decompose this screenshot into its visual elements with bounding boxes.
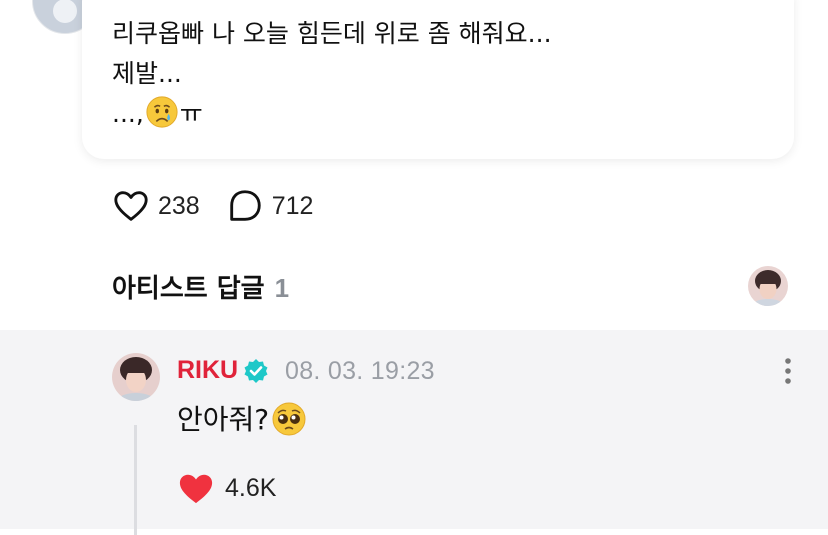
post-line-1: 리쿠옵빠 나 오늘 힘든데 위로 좀 해줘요... [112, 19, 552, 48]
post-bubble: 리쿠옵빠 나 오늘 힘든데 위로 좀 해줘요... 제발... ..., ㅠ [82, 0, 794, 159]
heart-outline-icon [114, 191, 148, 221]
pleading-face-icon [272, 402, 306, 436]
crying-face-icon [146, 96, 178, 128]
avatar-placeholder-icon [53, 0, 77, 23]
heart-filled-icon [179, 474, 213, 504]
post-text: 리쿠옵빠 나 오늘 힘든데 위로 좀 해줘요... 제발... ..., ㅠ [112, 14, 770, 134]
reply-author[interactable]: RIKU [177, 356, 238, 385]
artist-reply: RIKU 08. 03. 19:23 안아줘? 4.6K [0, 330, 828, 535]
post-line-3: ..., ㅠ [112, 94, 770, 134]
post-actions: 238 712 [112, 187, 339, 225]
artist-photo-icon [748, 266, 788, 306]
comment-button[interactable]: 712 [226, 187, 314, 225]
post-area: 리쿠옵빠 나 오늘 힘든데 위로 좀 해줘요... 제발... ..., ㅠ 2… [0, 0, 828, 330]
like-count: 238 [158, 191, 200, 220]
comment-bubble-icon [229, 190, 261, 221]
reply-text-content: 안아줘? [177, 403, 270, 436]
post-line-2: 제발... [112, 59, 182, 88]
reply-like-button[interactable]: 4.6K [177, 470, 276, 506]
reply-like-count: 4.6K [225, 473, 277, 502]
comment-count: 712 [271, 191, 314, 220]
like-button[interactable]: 238 [112, 187, 200, 225]
more-options-icon[interactable] [780, 356, 796, 386]
verified-badge-icon [244, 359, 268, 383]
post-line-3-prefix: ..., [112, 99, 144, 128]
artist-replies-count: 1 [274, 273, 290, 303]
riku-avatar[interactable] [112, 353, 160, 401]
artist-replies-heading: 아티스트 답글 1 [112, 268, 289, 305]
reply-text: 안아줘? [177, 398, 307, 438]
artist-avatar-small[interactable] [748, 266, 788, 306]
post-line-3-suffix: ㅠ [179, 99, 203, 128]
reply-date: 08. 03. 19:23 [285, 357, 435, 385]
artist-replies-title: 아티스트 답글 [112, 274, 265, 304]
riku-photo-icon [112, 353, 160, 401]
thread-line [134, 425, 137, 535]
